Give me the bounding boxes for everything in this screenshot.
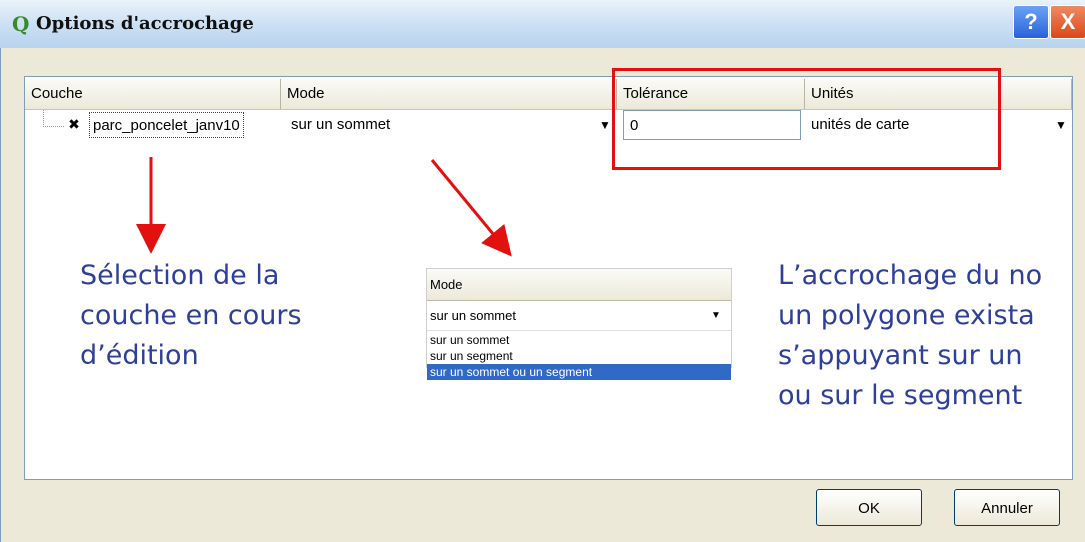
ok-button[interactable]: OK <box>816 489 922 526</box>
annotation-left-line: Sélection de la <box>80 260 280 291</box>
annotation-right-line: ou sur le segment <box>778 380 1023 411</box>
mode-dropdown-inset: Mode sur un sommet ▼ sur un sommet sur u… <box>426 268 732 380</box>
annotation-left-line: d’édition <box>80 340 199 371</box>
inset-mode-select[interactable]: sur un sommet ▼ <box>427 301 731 331</box>
arrow-to-mode <box>430 159 512 257</box>
annotation-left: Sélection de la couche en cours d’éditio… <box>80 256 302 376</box>
mode-option[interactable]: sur un segment <box>427 348 731 364</box>
annotation-right-line: L’accrochage du no <box>778 260 1043 291</box>
annotation-right: L’accrochage du no un polygone exista s’… <box>778 256 1082 416</box>
annotation-right-line: s’appuyant sur un <box>778 340 1023 371</box>
annotation-right-line: un polygone exista <box>778 300 1035 331</box>
inset-header: Mode <box>427 269 731 301</box>
annotation-left-line: couche en cours <box>80 300 302 331</box>
mode-option-selected[interactable]: sur un sommet ou un segment <box>427 364 731 380</box>
inset-selected-value: sur un sommet <box>430 308 516 323</box>
mode-option[interactable]: sur un sommet <box>427 332 731 348</box>
dropdown-arrow-icon[interactable]: ▼ <box>711 301 721 331</box>
cancel-button[interactable]: Annuler <box>954 489 1060 526</box>
